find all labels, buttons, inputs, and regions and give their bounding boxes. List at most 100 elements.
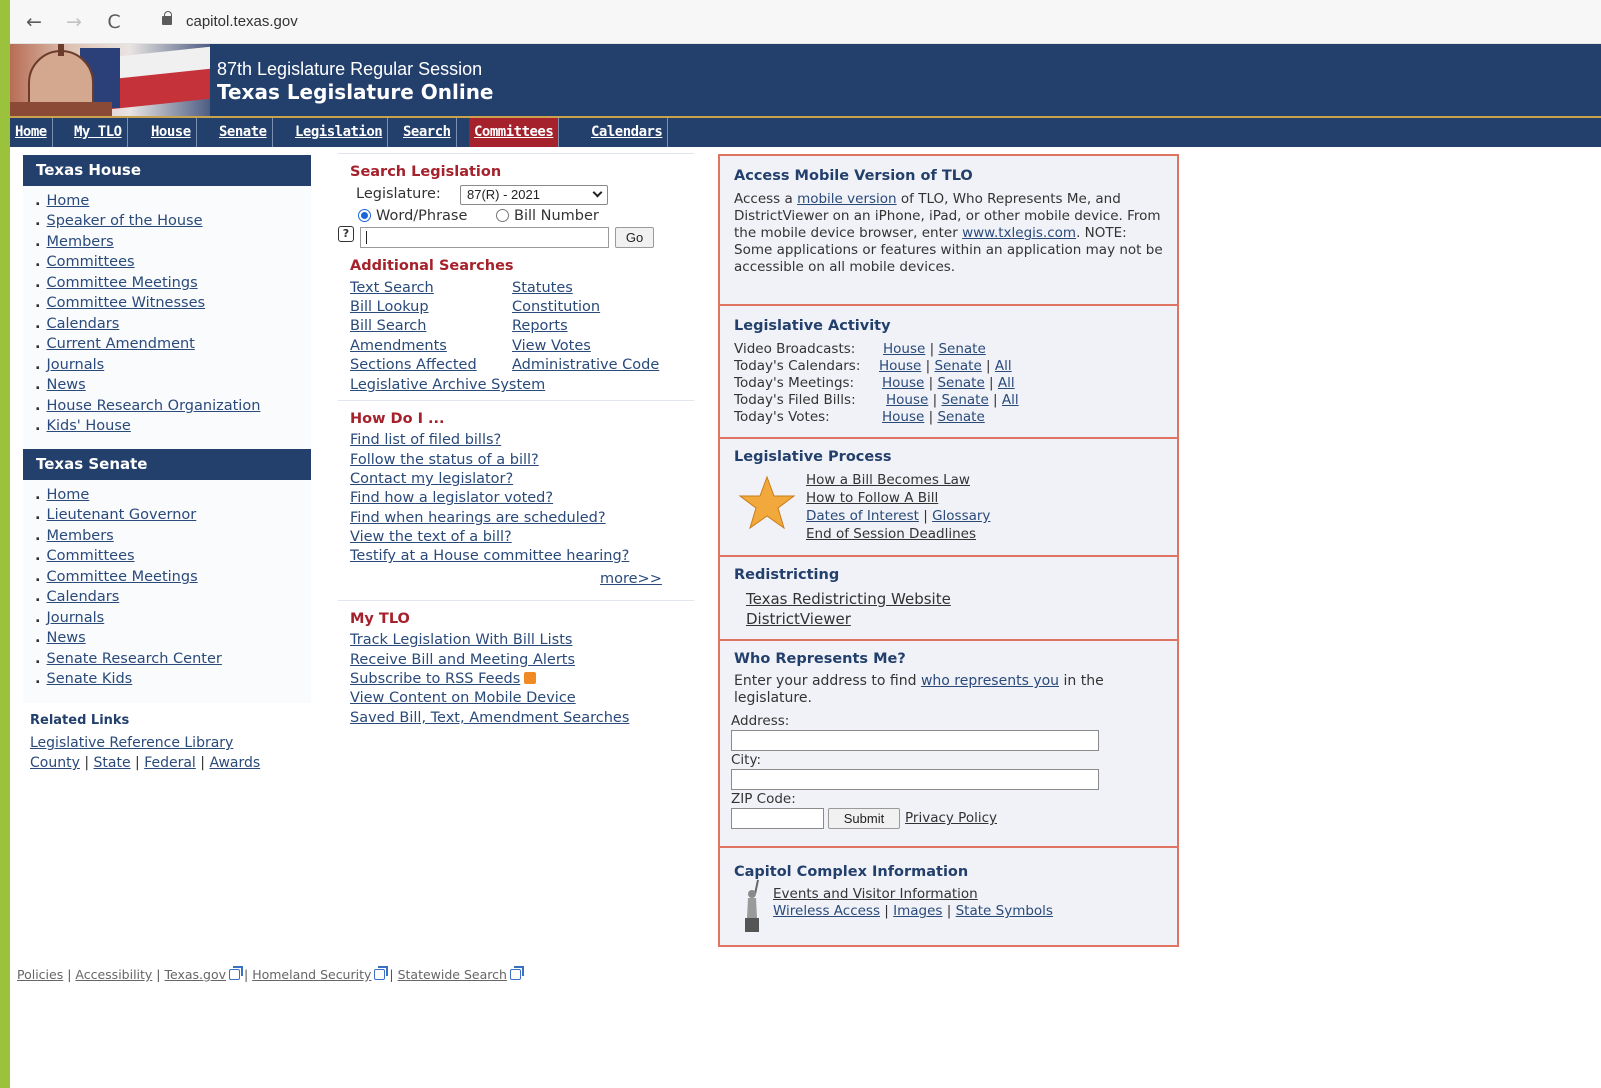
forward-icon[interactable]: → <box>63 11 85 33</box>
senate-link-home[interactable]: . Home <box>35 487 89 503</box>
submit-button[interactable]: Submit <box>828 808 900 829</box>
howdoi-link-filed-bills[interactable]: Find list of filed bills? <box>350 432 501 448</box>
filed-all-link[interactable]: All <box>1002 392 1019 408</box>
reload-icon[interactable]: C <box>103 11 125 33</box>
state-link[interactable]: State <box>94 755 131 771</box>
more-link[interactable]: more>> <box>600 571 662 587</box>
house-link-home[interactable]: . Home <box>35 193 89 209</box>
footer-accessibility-link[interactable]: Accessibility <box>75 967 152 982</box>
votes-senate-link[interactable]: Senate <box>937 409 984 425</box>
bill-lookup-link[interactable]: Bill Lookup <box>350 299 429 315</box>
meetings-senate-link[interactable]: Senate <box>937 375 984 391</box>
nav-calendars[interactable]: Calendars <box>586 118 669 147</box>
federal-link[interactable]: Federal <box>144 755 196 771</box>
city-input[interactable] <box>731 769 1099 790</box>
house-link-hro[interactable]: . House Research Organization <box>35 398 260 414</box>
redistricting-website-link[interactable]: Texas Redistricting Website <box>746 590 951 608</box>
search-input[interactable] <box>360 227 609 248</box>
images-link[interactable]: Images <box>893 903 942 919</box>
senate-link-journals[interactable]: . Journals <box>35 610 104 626</box>
video-house-link[interactable]: House <box>883 341 925 357</box>
go-button[interactable]: Go <box>615 227 654 248</box>
filed-house-link[interactable]: House <box>886 392 928 408</box>
calendars-senate-link[interactable]: Senate <box>934 358 981 374</box>
statutes-link[interactable]: Statutes <box>512 280 573 296</box>
text-search-link[interactable]: Text Search <box>350 280 434 296</box>
nav-search[interactable]: Search <box>398 118 457 147</box>
senate-link-committee-meetings[interactable]: . Committee Meetings <box>35 569 198 585</box>
help-icon[interactable]: ? <box>338 226 354 242</box>
view-votes-link[interactable]: View Votes <box>512 338 591 354</box>
end-of-session-link[interactable]: End of Session Deadlines <box>806 526 976 542</box>
meetings-all-link[interactable]: All <box>998 375 1015 391</box>
howdoi-link-hearings[interactable]: Find when hearings are scheduled? <box>350 510 606 526</box>
wireless-access-link[interactable]: Wireless Access <box>773 903 880 919</box>
mytlo-link-rss[interactable]: Subscribe to RSS Feeds <box>350 671 520 687</box>
house-link-current-amendment[interactable]: . Current Amendment <box>35 336 195 352</box>
footer-homeland-security-link[interactable]: Homeland Security <box>252 967 371 982</box>
house-link-members[interactable]: . Members <box>35 234 114 250</box>
senate-link-src[interactable]: . Senate Research Center <box>35 651 222 667</box>
events-visitor-link[interactable]: Events and Visitor Information <box>773 886 978 902</box>
footer-statewide-search-link[interactable]: Statewide Search <box>398 967 507 982</box>
constitution-link[interactable]: Constitution <box>512 299 600 315</box>
votes-house-link[interactable]: House <box>882 409 924 425</box>
bill-becomes-law-link[interactable]: How a Bill Becomes Law <box>806 472 970 488</box>
howdoi-link-status[interactable]: Follow the status of a bill? <box>350 452 539 468</box>
amendments-link[interactable]: Amendments <box>350 338 447 354</box>
house-link-speaker[interactable]: . Speaker of the House <box>35 213 203 229</box>
calendars-all-link[interactable]: All <box>995 358 1012 374</box>
nav-committees[interactable]: Committees <box>469 118 560 147</box>
nav-home[interactable]: Home <box>10 118 53 147</box>
zip-input[interactable] <box>731 808 824 829</box>
address-input[interactable] <box>731 730 1099 751</box>
districtviewer-link[interactable]: DistrictViewer <box>746 610 851 628</box>
meetings-house-link[interactable]: House <box>882 375 924 391</box>
mytlo-link-mobile[interactable]: View Content on Mobile Device <box>350 690 576 706</box>
mytlo-link-bill-lists[interactable]: Track Legislation With Bill Lists <box>350 632 572 648</box>
house-link-committee-meetings[interactable]: . Committee Meetings <box>35 275 198 291</box>
nav-house[interactable]: House <box>146 118 197 147</box>
howdoi-link-text[interactable]: View the text of a bill? <box>350 529 512 545</box>
who-represents-you-link[interactable]: who represents you <box>921 673 1059 689</box>
howdoi-link-voted[interactable]: Find how a legislator voted? <box>350 490 553 506</box>
nav-legislation[interactable]: Legislation <box>290 118 389 147</box>
house-link-committee-witnesses[interactable]: . Committee Witnesses <box>35 295 205 311</box>
nav-my-tlo[interactable]: My TLO <box>69 118 128 147</box>
legislature-select[interactable]: 87(R) - 2021 <box>460 185 608 205</box>
nav-senate[interactable]: Senate <box>214 118 273 147</box>
house-link-committees[interactable]: . Committees <box>35 254 135 270</box>
footer-policies-link[interactable]: Policies <box>17 967 63 982</box>
house-link-calendars[interactable]: . Calendars <box>35 316 119 332</box>
legislative-archive-link[interactable]: Legislative Archive System <box>350 377 545 393</box>
video-senate-link[interactable]: Senate <box>938 341 985 357</box>
footer-texas-gov-link[interactable]: Texas.gov <box>165 967 227 982</box>
back-icon[interactable]: ← <box>23 11 45 33</box>
county-link[interactable]: County <box>30 755 80 771</box>
senate-link-lt-governor[interactable]: . Lieutenant Governor <box>35 507 196 523</box>
senate-link-committees[interactable]: . Committees <box>35 548 135 564</box>
word-phrase-radio[interactable] <box>358 209 371 222</box>
awards-link[interactable]: Awards <box>209 755 260 771</box>
mobile-version-link[interactable]: mobile version <box>797 191 897 207</box>
senate-link-kids[interactable]: . Senate Kids <box>35 671 132 687</box>
glossary-link[interactable]: Glossary <box>932 508 990 524</box>
administrative-code-link[interactable]: Administrative Code <box>512 357 659 373</box>
house-link-journals[interactable]: . Journals <box>35 357 104 373</box>
filed-senate-link[interactable]: Senate <box>941 392 988 408</box>
privacy-policy-link[interactable]: Privacy Policy <box>905 810 997 826</box>
capitol-logo[interactable] <box>10 44 210 116</box>
state-symbols-link[interactable]: State Symbols <box>956 903 1053 919</box>
house-link-kids[interactable]: . Kids' House <box>35 418 131 434</box>
senate-link-members[interactable]: . Members <box>35 528 114 544</box>
follow-a-bill-link[interactable]: How to Follow A Bill <box>806 490 938 506</box>
howdoi-link-testify[interactable]: Testify at a House committee hearing? <box>350 548 629 564</box>
address-bar[interactable]: capitol.texas.gov <box>186 13 298 30</box>
bill-search-link[interactable]: Bill Search <box>350 318 426 334</box>
mytlo-link-alerts[interactable]: Receive Bill and Meeting Alerts <box>350 652 575 668</box>
sections-affected-link[interactable]: Sections Affected <box>350 357 477 373</box>
bill-number-radio[interactable] <box>496 209 509 222</box>
house-link-news[interactable]: . News <box>35 377 86 393</box>
dates-of-interest-link[interactable]: Dates of Interest <box>806 508 919 524</box>
reports-link[interactable]: Reports <box>512 318 568 334</box>
